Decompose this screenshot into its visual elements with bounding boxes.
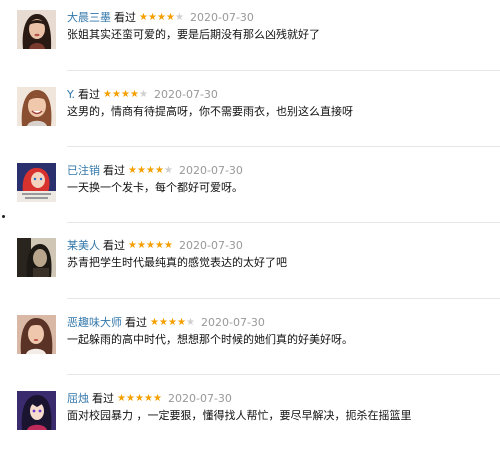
star-empty-icon: ★ bbox=[175, 12, 184, 23]
comment-text: 张姐其实还蛮可爱的，要是后期没有那么凶残就好了 bbox=[67, 28, 320, 41]
star-filled-icon: ★ bbox=[144, 393, 153, 404]
star-filled-icon: ★ bbox=[128, 165, 137, 176]
star-filled-icon: ★ bbox=[164, 240, 173, 251]
avatar[interactable] bbox=[17, 238, 56, 277]
avatar-woman-portrait-icon bbox=[17, 315, 56, 354]
avatar-anime-girl-icon bbox=[17, 391, 56, 430]
star-empty-icon: ★ bbox=[139, 89, 148, 100]
star-filled-icon: ★ bbox=[112, 89, 121, 100]
comment-text: 面对校园暴力 ，一定要狠，懂得找人帮忙，要尽早解决，扼杀在摇篮里 bbox=[67, 409, 412, 422]
star-filled-icon: ★ bbox=[146, 165, 155, 176]
divider bbox=[67, 374, 500, 375]
comment-date: 2020-07-30 bbox=[179, 239, 243, 252]
avatar-sepia-portrait-icon bbox=[17, 238, 56, 277]
star-filled-icon: ★ bbox=[155, 240, 164, 251]
avatar-woman-dark-hair-icon bbox=[17, 10, 56, 49]
watched-status: 看过 bbox=[103, 164, 125, 177]
star-filled-icon: ★ bbox=[150, 317, 159, 328]
comment-text: 苏青把学生时代最纯真的感觉表达的太好了吧 bbox=[67, 256, 287, 269]
watched-status: 看过 bbox=[78, 88, 100, 101]
rating-stars: ★ ★ ★ ★ ★ bbox=[117, 394, 162, 404]
avatar-woman-smiling-icon bbox=[17, 87, 56, 126]
star-filled-icon: ★ bbox=[130, 89, 139, 100]
username-link[interactable]: 屈烛 bbox=[67, 390, 89, 408]
divider bbox=[67, 222, 500, 223]
divider bbox=[67, 146, 500, 147]
username-link[interactable]: 恶趣味大师 bbox=[67, 314, 122, 332]
star-filled-icon: ★ bbox=[139, 12, 148, 23]
rating-stars: ★ ★ ★ ★ ★ bbox=[128, 166, 173, 176]
star-filled-icon: ★ bbox=[137, 165, 146, 176]
rating-stars: ★ ★ ★ ★ ★ bbox=[139, 13, 184, 23]
username-link[interactable]: 已注销 bbox=[67, 162, 100, 180]
avatar[interactable] bbox=[17, 10, 56, 49]
star-filled-icon: ★ bbox=[157, 12, 166, 23]
comment-date: 2020-07-30 bbox=[190, 11, 254, 24]
username-link[interactable]: Y. bbox=[67, 86, 75, 104]
divider bbox=[67, 70, 500, 71]
rating-stars: ★ ★ ★ ★ ★ bbox=[103, 90, 148, 100]
star-filled-icon: ★ bbox=[166, 12, 175, 23]
comment-list: 大晨三墨 看过 ★ ★ ★ ★ ★ 2020-07-30 张姐其实还蛮可爱的，要是后期没… bbox=[0, 0, 500, 449]
star-filled-icon: ★ bbox=[146, 240, 155, 251]
rating-stars: ★ ★ ★ ★ ★ bbox=[128, 241, 173, 251]
avatar[interactable] bbox=[17, 315, 56, 354]
star-empty-icon: ★ bbox=[164, 165, 173, 176]
star-filled-icon: ★ bbox=[137, 240, 146, 251]
star-filled-icon: ★ bbox=[153, 393, 162, 404]
star-filled-icon: ★ bbox=[121, 89, 130, 100]
comment-date: 2020-07-30 bbox=[179, 164, 243, 177]
star-filled-icon: ★ bbox=[177, 317, 186, 328]
star-filled-icon: ★ bbox=[155, 165, 164, 176]
comment-text: 一起躲雨的高中时代，想想那个时候的她们真的好美好呀。 bbox=[67, 333, 353, 346]
avatar-cartoon-mermaid-icon bbox=[17, 163, 56, 202]
star-filled-icon: ★ bbox=[103, 89, 112, 100]
comment-text: 这男的，情商有待提高呀，你不需要雨衣，也别这么直接呀 bbox=[67, 105, 353, 118]
comment-text: 一天换一个发卡，每个都好可爱呀。 bbox=[67, 181, 243, 194]
rating-stars: ★ ★ ★ ★ ★ bbox=[150, 318, 195, 328]
comment-date: 2020-07-30 bbox=[201, 316, 265, 329]
watched-status: 看过 bbox=[103, 239, 125, 252]
watched-status: 看过 bbox=[92, 392, 114, 405]
comment-date: 2020-07-30 bbox=[154, 88, 218, 101]
comment-date: 2020-07-30 bbox=[168, 392, 232, 405]
star-filled-icon: ★ bbox=[168, 317, 177, 328]
avatar[interactable] bbox=[17, 87, 56, 126]
avatar[interactable] bbox=[17, 163, 56, 202]
star-filled-icon: ★ bbox=[148, 12, 157, 23]
watched-status: 看过 bbox=[114, 11, 136, 24]
star-filled-icon: ★ bbox=[126, 393, 135, 404]
list-bullet bbox=[2, 215, 5, 218]
star-filled-icon: ★ bbox=[135, 393, 144, 404]
watched-status: 看过 bbox=[125, 316, 147, 329]
star-empty-icon: ★ bbox=[186, 317, 195, 328]
star-filled-icon: ★ bbox=[159, 317, 168, 328]
divider bbox=[67, 298, 500, 299]
star-filled-icon: ★ bbox=[128, 240, 137, 251]
username-link[interactable]: 某美人 bbox=[67, 237, 100, 255]
avatar[interactable] bbox=[17, 391, 56, 430]
username-link[interactable]: 大晨三墨 bbox=[67, 9, 111, 27]
star-filled-icon: ★ bbox=[117, 393, 126, 404]
